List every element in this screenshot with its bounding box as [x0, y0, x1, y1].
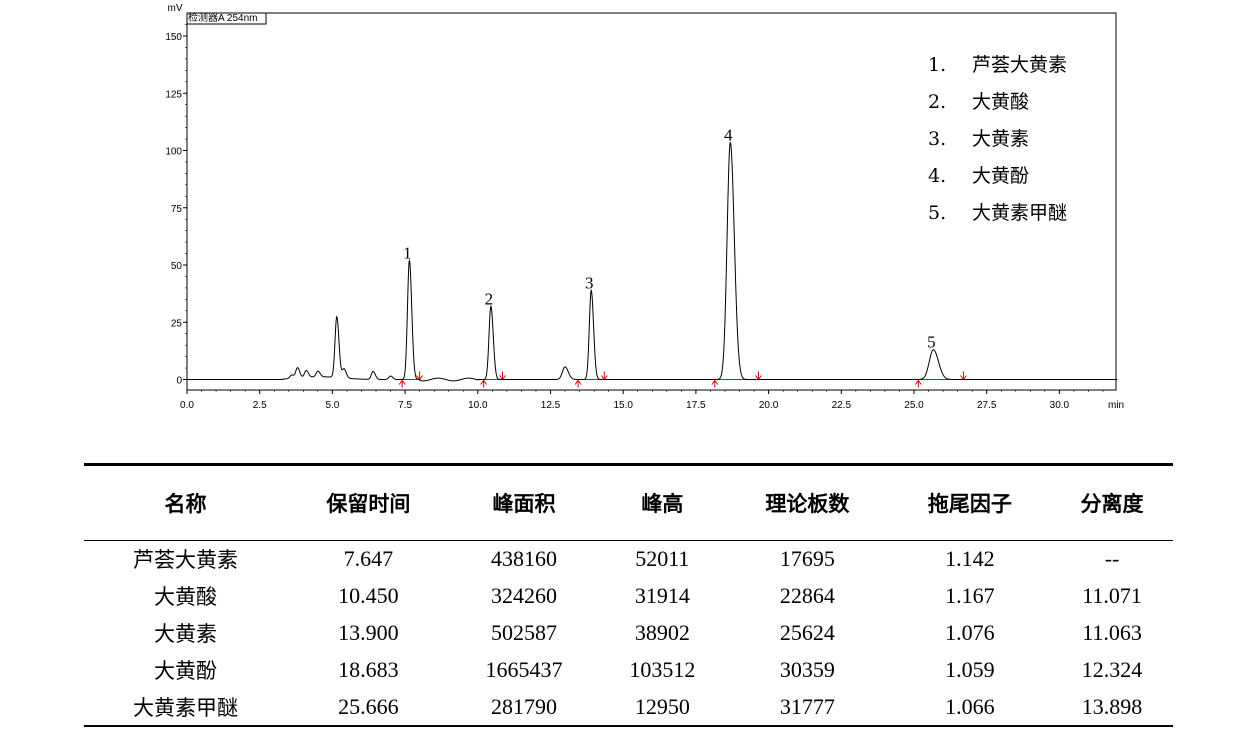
chromatogram-chart: 检测器A 254nmmVmin0.0 2.5 5.0 7.5 10.0 12.5 15.0 1…	[165, 3, 1124, 411]
table-row: 大黄酸 10.450 324260 31914 22864 1.167 11.0…	[84, 578, 1173, 615]
header-resolution: 分离度	[1051, 463, 1173, 541]
cell-name: 芦荟大黄素	[133, 548, 239, 573]
table-row: 芦荟大黄素 7.647 438160 52011 17695 1.142 --	[84, 541, 1173, 578]
x-tick-label: 17.5	[686, 400, 706, 411]
integration-end-mark	[755, 371, 762, 381]
integration-start-mark	[480, 379, 488, 388]
y-tick-label: 25	[171, 318, 183, 329]
y-tick-label: 100	[165, 147, 182, 158]
cell-peak-area: 324260	[491, 583, 558, 608]
cell-name: 大黄素甲醚	[84, 688, 288, 727]
header-plate-number: 理论板数	[726, 463, 889, 541]
x-tick-label: 30.0	[1050, 400, 1070, 411]
legend-name: 大黄酸	[972, 91, 1029, 113]
cell-resolution: 11.063	[1082, 620, 1142, 645]
header-name: 名称	[84, 463, 288, 541]
table-row: 大黄素 13.900 502587 38902 25624 1.076 11.0…	[84, 615, 1173, 652]
cell-tailing-factor: 1.066	[888, 688, 1052, 727]
y-tick-label: 50	[171, 261, 183, 272]
x-axis-unit: min	[1108, 400, 1124, 411]
legend-number: 3.	[928, 128, 946, 150]
results-table: 名称 保留时间 峰面积 峰高 理论板数 拖尾因子 分离度 芦荟大黄素 7.647…	[84, 463, 1173, 727]
header-retention-time: 保留时间	[287, 463, 450, 541]
legend-name: 大黄酚	[972, 165, 1029, 187]
integration-end-mark	[499, 371, 506, 381]
integration-start-mark	[574, 379, 582, 388]
legend-name: 大黄素	[972, 128, 1029, 150]
legend-name: 芦荟大黄素	[972, 54, 1067, 76]
y-tick-label: 0	[176, 376, 182, 387]
cell-peak-area: 438160	[491, 546, 558, 572]
x-tick-label: 25.0	[904, 400, 924, 411]
table-row: 大黄酚 18.683 1665437 103512 30359 1.059 12…	[84, 652, 1173, 689]
header-peak-area: 峰面积	[449, 463, 599, 541]
cell-name: 大黄素	[154, 622, 218, 646]
y-tick-label: 150	[165, 32, 182, 43]
x-tick-label: 0.0	[180, 400, 194, 411]
legend-number: 4.	[928, 165, 946, 187]
peak-label-5: 5	[927, 333, 936, 352]
table-row: 大黄素甲醚 25.666 281790 12950 31777 1.066 13…	[84, 688, 1173, 727]
cell-resolution: --	[1104, 546, 1120, 572]
cell-tailing-factor: 1.167	[945, 583, 995, 608]
cell-retention-time: 25.666	[287, 688, 450, 727]
cell-resolution: 13.898	[1051, 688, 1173, 727]
cell-plate-number: 31777	[726, 688, 889, 727]
x-tick-label: 5.0	[325, 400, 339, 411]
cell-peak-area: 1665437	[485, 657, 563, 682]
integration-end-mark	[416, 371, 424, 381]
header-tailing-factor: 拖尾因子	[888, 463, 1052, 541]
cell-retention-time: 10.450	[338, 583, 399, 608]
cell-resolution: 12.324	[1081, 657, 1143, 682]
legend-name: 大黄素甲醚	[972, 202, 1067, 224]
peak-label-3: 3	[585, 273, 594, 292]
x-tick-label: 15.0	[613, 400, 633, 411]
peak-label-4: 4	[724, 125, 733, 144]
cell-peak-height: 103512	[629, 657, 696, 682]
cell-peak-height: 12950	[598, 688, 727, 727]
cell-resolution: 11.071	[1082, 583, 1142, 608]
integration-end-mark	[960, 371, 967, 381]
cell-tailing-factor: 1.059	[945, 657, 995, 682]
cell-plate-number: 25624	[779, 620, 835, 645]
cell-peak-height: 52011	[635, 546, 690, 572]
x-tick-label: 20.0	[759, 400, 779, 411]
legend-number: 2.	[928, 91, 946, 113]
cell-peak-height: 31914	[634, 583, 690, 608]
cell-tailing-factor: 1.142	[945, 546, 995, 572]
cell-plate-number: 17695	[779, 546, 835, 572]
integration-end-mark	[600, 371, 608, 381]
x-tick-label: 27.5	[977, 400, 997, 411]
peak-label-2: 2	[485, 289, 494, 308]
peak-label-1: 1	[403, 243, 412, 262]
cell-plate-number: 30359	[779, 657, 835, 682]
cell-peak-height: 38902	[634, 620, 690, 645]
y-tick-label: 75	[171, 204, 183, 215]
x-tick-label: 12.5	[541, 400, 561, 411]
cell-retention-time: 13.900	[338, 620, 399, 645]
cell-name: 大黄酚	[154, 659, 218, 683]
integration-start-mark	[711, 379, 719, 388]
cell-peak-area: 281790	[449, 688, 599, 727]
cell-retention-time: 7.647	[343, 546, 394, 572]
cell-tailing-factor: 1.076	[945, 620, 995, 645]
cell-peak-area: 502587	[491, 620, 558, 645]
x-tick-label: 2.5	[253, 400, 267, 411]
y-tick-label: 125	[165, 89, 182, 100]
x-tick-label: 22.5	[832, 400, 852, 411]
cell-plate-number: 22864	[779, 583, 835, 608]
x-tick-label: 7.5	[398, 400, 412, 411]
y-axis-unit: mV	[168, 3, 183, 14]
cell-retention-time: 18.683	[338, 657, 399, 682]
x-tick-label: 10.0	[468, 400, 488, 411]
legend-number: 5.	[928, 202, 946, 224]
integration-start-mark	[398, 379, 406, 388]
table-header-row: 名称 保留时间 峰面积 峰高 理论板数 拖尾因子 分离度	[84, 463, 1173, 541]
legend-number: 1.	[928, 54, 946, 76]
integration-start-mark	[914, 379, 922, 388]
header-peak-height: 峰高	[598, 463, 727, 541]
cell-name: 大黄酸	[154, 585, 218, 609]
